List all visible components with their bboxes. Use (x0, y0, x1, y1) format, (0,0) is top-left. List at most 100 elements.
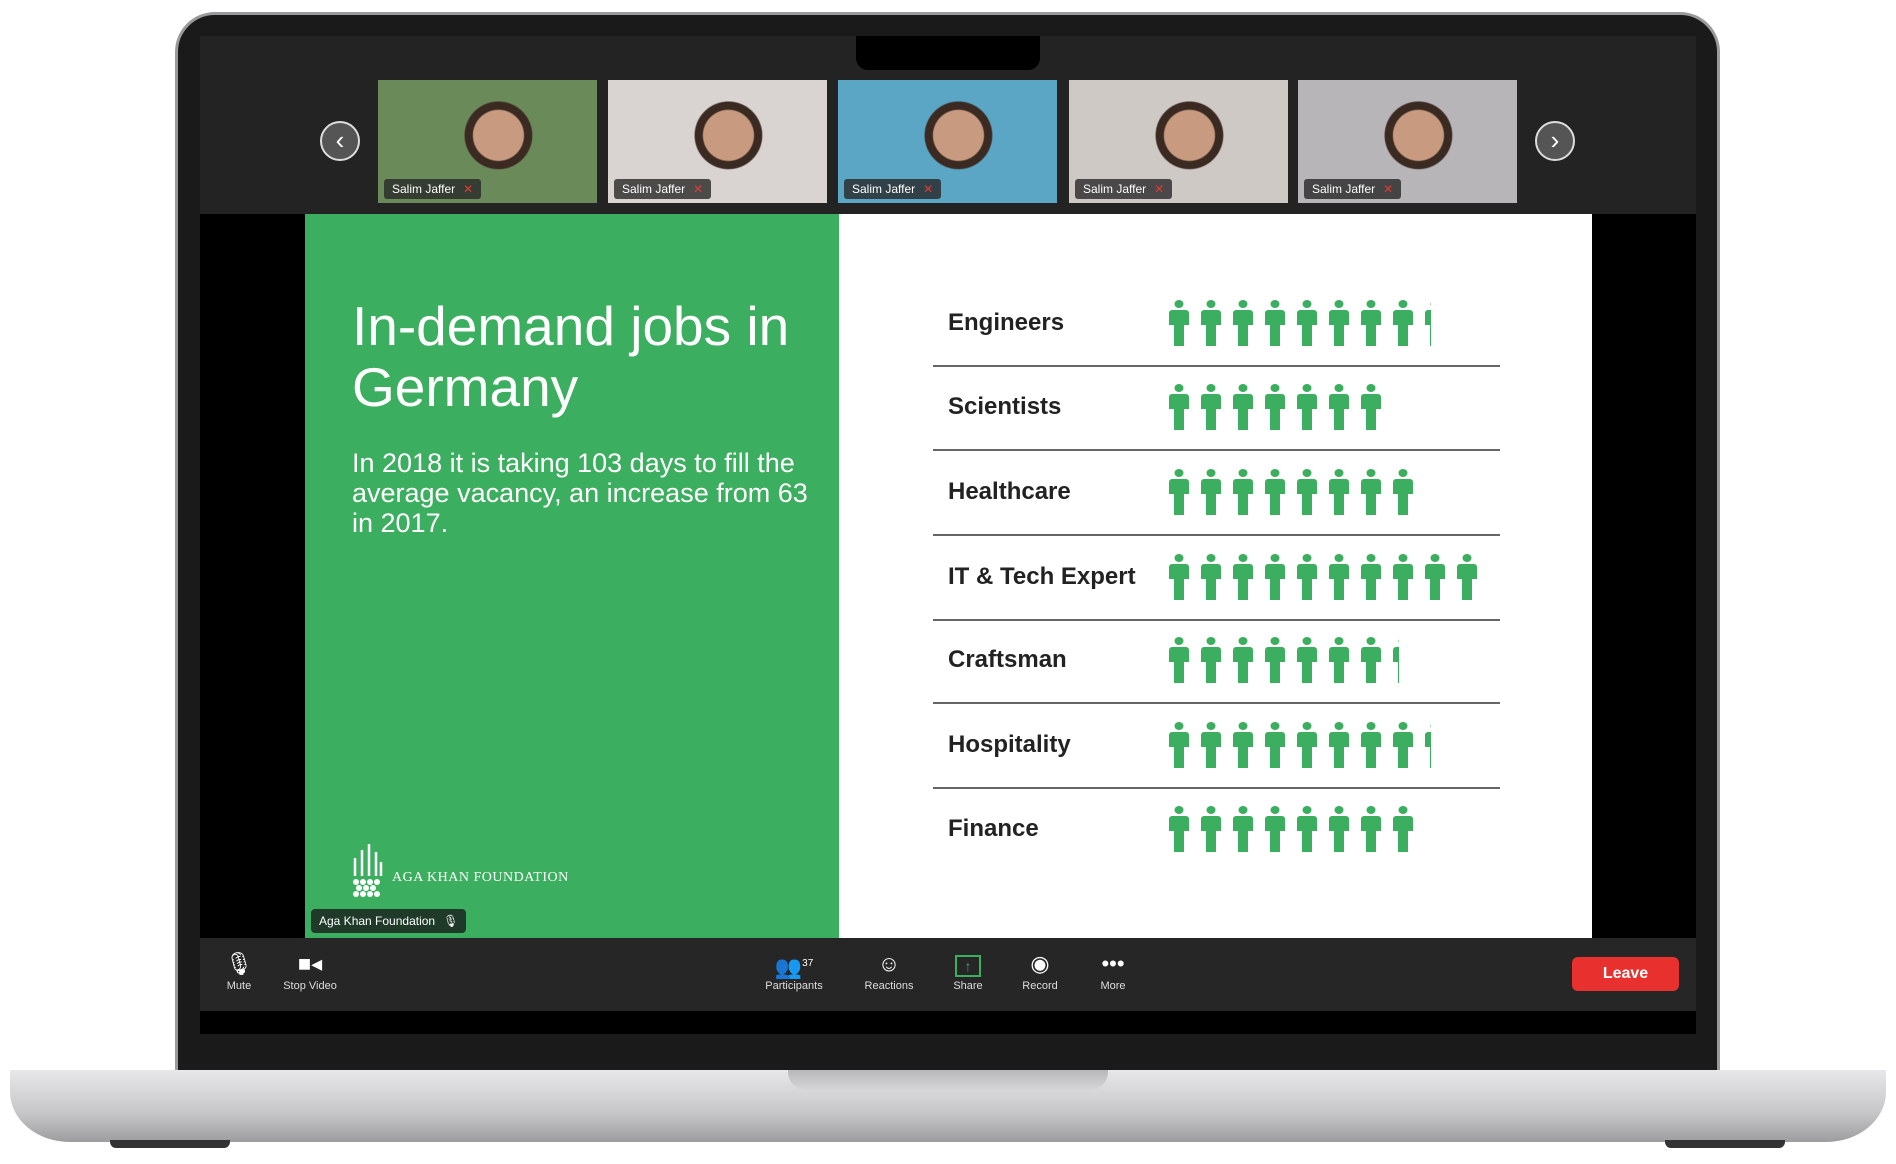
participant-name: Salim Jaffer (392, 182, 456, 196)
row-divider (933, 619, 1500, 621)
person-icon (1201, 722, 1221, 768)
laptop-foot (110, 1140, 230, 1148)
participant-name: Salim Jaffer (852, 182, 916, 196)
aga-khan-logo: AGA KHAN FOUNDATION (350, 840, 569, 900)
person-icon (1425, 302, 1431, 346)
participants-count: 37 (802, 958, 814, 969)
person-icon (1169, 384, 1189, 430)
chevron-right-icon[interactable]: › (1535, 121, 1575, 161)
person-icon (1329, 806, 1349, 852)
person-icon (1169, 722, 1189, 768)
reactions-label: Reactions (864, 980, 914, 992)
laptop-groove (788, 1070, 1108, 1090)
speaker-name: Aga Khan Foundation (319, 914, 436, 928)
person-icon (1297, 469, 1317, 515)
person-icon (1329, 384, 1349, 430)
microphone-muted-icon: ✕ (1383, 182, 1394, 196)
category-label: Scientists (948, 393, 1062, 420)
person-icon (1297, 554, 1317, 600)
logo-text: AGA KHAN FOUNDATION (392, 870, 569, 885)
person-icon (1265, 806, 1285, 852)
person-icon (1297, 806, 1317, 852)
person-icon (1329, 554, 1349, 600)
category-label: Craftsman (948, 646, 1067, 673)
video-tile[interactable]: Salim Jaffer ✕ (378, 80, 597, 203)
person-icon (1361, 722, 1381, 768)
category-label: Finance (948, 815, 1039, 842)
row-divider (933, 787, 1500, 789)
row-divider (933, 365, 1500, 367)
microphone-muted-icon: ✕ (693, 182, 704, 196)
person-icon (1425, 724, 1431, 768)
category-label: IT & Tech Expert (948, 563, 1136, 590)
slide-body: In 2018 it is taking 103 days to fill th… (352, 448, 808, 538)
person-icon (1329, 722, 1349, 768)
person-icon (1233, 637, 1253, 683)
more-button[interactable]: ••• More (1068, 950, 1158, 992)
participant-name-tag: Salim Jaffer ✕ (1075, 179, 1173, 199)
category-label: Engineers (948, 309, 1065, 336)
participant-name: Salim Jaffer (1312, 182, 1376, 196)
participants-icon: 👥37 (774, 954, 814, 980)
person-icon (1233, 806, 1253, 852)
person-icon (1361, 384, 1381, 430)
person-icon (1265, 300, 1285, 346)
person-icon (1169, 637, 1189, 683)
row-divider (933, 702, 1500, 704)
chevron-left-icon[interactable]: ‹ (320, 121, 360, 161)
person-icon (1297, 637, 1317, 683)
participant-name: Salim Jaffer (622, 182, 686, 196)
person-icon (1361, 806, 1381, 852)
video-tile[interactable]: Salim Jaffer ✕ (1069, 80, 1288, 203)
person-icon (1361, 637, 1381, 683)
person-icon (1393, 722, 1413, 768)
slide-title: In-demand jobs in Germany (352, 295, 790, 418)
person-icon (1393, 806, 1413, 852)
video-camera-icon: ■◂ (297, 951, 323, 976)
person-icon (1201, 637, 1221, 683)
person-icon (1169, 806, 1189, 852)
smiley-icon: ☺ (877, 951, 901, 976)
video-tile[interactable]: Salim Jaffer ✕ (1298, 80, 1517, 203)
person-icon (1265, 722, 1285, 768)
stop-video-button[interactable]: ■◂ Stop Video (265, 950, 355, 992)
video-tile[interactable]: Salim Jaffer ✕ (838, 80, 1057, 203)
person-icon (1329, 469, 1349, 515)
person-icon (1297, 300, 1317, 346)
person-icon (1297, 722, 1317, 768)
microphone-muted-icon: ✕ (463, 182, 474, 196)
laptop-foot (1665, 1140, 1785, 1148)
more-dots-icon: ••• (1101, 951, 1125, 976)
microphone-muted-icon: ✕ (923, 182, 934, 196)
person-icon (1265, 554, 1285, 600)
person-icon (1169, 300, 1189, 346)
participants-button[interactable]: 👥37 Participants (749, 950, 839, 992)
person-icon (1393, 469, 1413, 515)
person-icon (1233, 722, 1253, 768)
video-tile[interactable]: Salim Jaffer ✕ (608, 80, 827, 203)
camera-notch (856, 36, 1040, 70)
person-icon (1169, 554, 1189, 600)
person-icon (1361, 469, 1381, 515)
leave-button[interactable]: Leave (1572, 957, 1679, 991)
person-icon (1233, 384, 1253, 430)
reactions-button[interactable]: ☺ Reactions (844, 950, 934, 992)
person-icon (1233, 469, 1253, 515)
person-icon (1201, 806, 1221, 852)
person-icon (1265, 384, 1285, 430)
person-icon (1297, 384, 1317, 430)
stop-video-label: Stop Video (283, 980, 337, 992)
person-icon (1393, 554, 1413, 600)
more-label: More (1100, 980, 1126, 992)
person-icon (1361, 554, 1381, 600)
person-icon (1329, 637, 1349, 683)
person-icon (1201, 300, 1221, 346)
active-speaker-label: Aga Khan Foundation 🎙 (311, 909, 467, 933)
row-divider (933, 534, 1500, 536)
participants-label: Participants (765, 980, 823, 992)
microphone-muted-icon: ✕ (1154, 182, 1165, 196)
person-icon (1329, 300, 1349, 346)
person-icon (1233, 300, 1253, 346)
logo-mark-icon (353, 844, 383, 897)
person-icon (1169, 469, 1189, 515)
